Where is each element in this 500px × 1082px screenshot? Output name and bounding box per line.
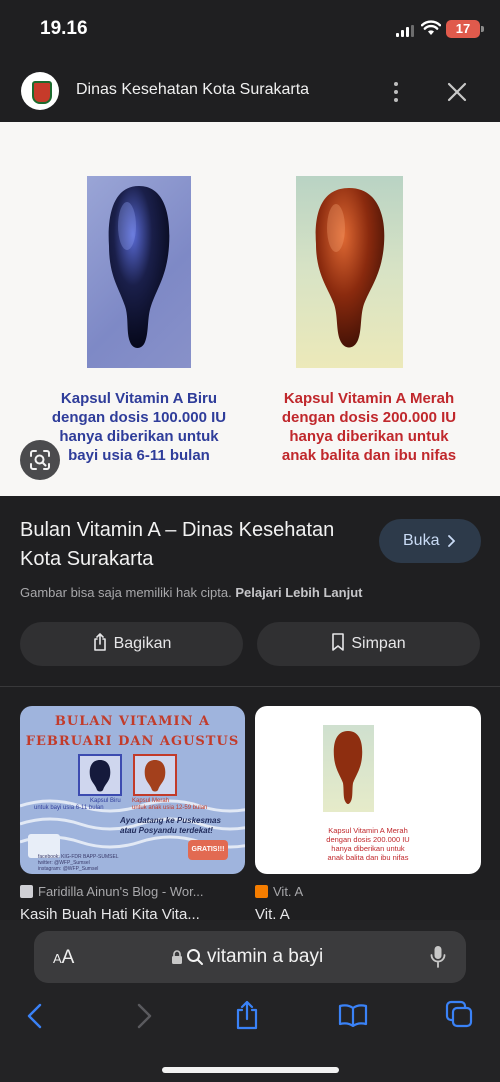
tabs-icon[interactable] [445, 1000, 473, 1028]
wifi-icon [421, 20, 441, 35]
red-capsule-photo [296, 176, 403, 368]
related-image-1[interactable]: BULAN VITAMIN A FEBRUARI DAN AGUSTUS Kap… [20, 706, 245, 874]
blog-favicon-icon [20, 885, 33, 898]
battery-icon: 17 [446, 20, 484, 38]
address-bar[interactable]: AA vitamin a bayi [34, 931, 466, 983]
browser-toolbar: AA vitamin a bayi [0, 920, 500, 1082]
image-viewer-header: Dinas Kesehatan Kota Surakarta [0, 62, 500, 122]
bookmarks-icon[interactable] [338, 1003, 368, 1027]
chevron-right-icon [448, 535, 455, 547]
thumb2-red-capsule [323, 725, 374, 812]
thumb1-red-label: Kapsul Merah untuk anak usia 12-59 bulan [132, 798, 208, 811]
blue-capsule-photo [87, 176, 191, 368]
close-icon[interactable] [445, 80, 469, 104]
blue-capsule-caption: Kapsul Vitamin A Biru dengan dosis 100.0… [51, 390, 227, 464]
result-title[interactable]: Bulan Vitamin A – Dinas Kesehatan Kota S… [20, 516, 360, 574]
forward-icon[interactable] [135, 1003, 153, 1029]
share-icon [93, 633, 106, 651]
home-indicator [162, 1067, 339, 1073]
main-image[interactable]: Kapsul Vitamin A Biru dengan dosis 100.0… [0, 122, 500, 496]
lens-icon [30, 450, 50, 470]
related-image-2[interactable]: Kapsul Vitamin A Merah dengan dosis 200.… [255, 706, 481, 874]
thumb1-credit: facebook: KIG-FDR BAPP-SUMSEL twitter: @… [38, 854, 119, 872]
save-button[interactable]: Simpan [257, 622, 480, 666]
related-source-2[interactable]: Vit. A [255, 884, 303, 899]
search-icon [187, 949, 203, 965]
url-text[interactable]: vitamin a bayi [207, 946, 323, 968]
thumb1-red-capsule [133, 754, 177, 796]
thumb1-subheading: FEBRUARI DAN AGUSTUS [25, 734, 240, 749]
thumb1-blue-label: Kapsul Biru untuk bayi usia 6-11 bulan [34, 798, 121, 811]
open-label: Buka [403, 532, 440, 549]
lock-icon [172, 950, 182, 964]
related-source-1[interactable]: Faridilla Ainun's Blog - Wor... [20, 884, 204, 899]
share-icon[interactable] [234, 1000, 260, 1030]
microphone-icon[interactable] [430, 945, 446, 969]
open-button[interactable]: Buka [379, 519, 481, 563]
thumb1-note: Ayo datang ke Puskesmas atau Posyandu te… [120, 816, 221, 835]
copyright-notice: Gambar bisa saja memiliki hak cipta. Pel… [20, 585, 363, 600]
thumb1-blue-capsule [78, 754, 122, 796]
bookmark-icon [332, 633, 345, 651]
site-logo [21, 72, 59, 110]
divider [0, 686, 500, 687]
lens-search-button[interactable] [20, 440, 60, 480]
status-bar: 19.16 17 [0, 0, 500, 62]
thumb2-caption: Kapsul Vitamin A Merah dengan dosis 200.… [326, 826, 410, 862]
thumb1-heading: BULAN VITAMIN A [54, 714, 211, 729]
thumb1-free-badge: GRATIS!!! [188, 840, 228, 860]
more-options-icon[interactable] [386, 79, 406, 105]
status-time: 19.16 [40, 18, 88, 39]
reader-settings-button[interactable]: AA [53, 947, 74, 969]
learn-more-link[interactable]: Pelajari Lebih Lanjut [235, 585, 362, 600]
cellular-signal-icon [396, 25, 414, 37]
blogger-favicon-icon [255, 885, 268, 898]
back-icon[interactable] [26, 1003, 44, 1029]
red-capsule-caption: Kapsul Vitamin A Merah dengan dosis 200.… [281, 390, 457, 464]
site-name: Dinas Kesehatan Kota Surakarta [76, 81, 310, 98]
share-button[interactable]: Bagikan [20, 622, 243, 666]
